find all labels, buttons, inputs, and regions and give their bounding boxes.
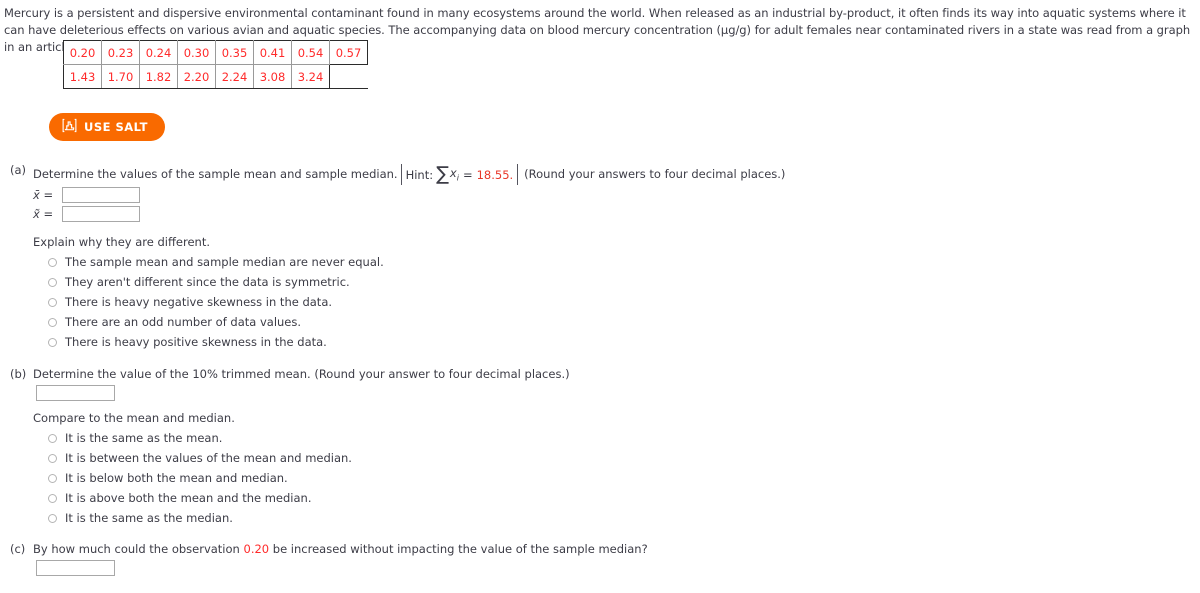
data-cell: 1.43 — [63, 64, 102, 89]
option-row[interactable]: There are an odd number of data values. — [48, 312, 384, 332]
part-a-options: The sample mean and sample median are ne… — [48, 252, 384, 352]
part-c-answer-input[interactable] — [36, 560, 115, 576]
part-a-rounding-note: (Round your answers to four decimal plac… — [524, 166, 786, 181]
option-row[interactable]: There is heavy positive skewness in the … — [48, 332, 384, 352]
option-row[interactable]: It is below both the mean and median. — [48, 468, 352, 488]
part-c-prompt: By how much could the observation 0.20 b… — [33, 542, 648, 556]
hint-equals: = — [462, 167, 473, 182]
part-a-prompt-line: Determine the values of the sample mean … — [33, 163, 786, 185]
option-label: It is the same as the median. — [65, 511, 233, 525]
hint-value: 18.55. — [476, 167, 514, 182]
part-b-prompt: Determine the value of the 10% trimmed m… — [33, 367, 570, 381]
option-row[interactable]: It is the same as the mean. — [48, 428, 352, 448]
radio-button[interactable] — [48, 277, 57, 287]
option-label: It is above both the mean and the median… — [65, 491, 312, 505]
part-a-hint: Hint: ∑ xi = 18.55. — [400, 163, 519, 185]
use-salt-button[interactable]: USE SALT — [49, 113, 165, 141]
data-table-container: 0.20 0.23 0.24 0.30 0.35 0.41 0.54 0.57 … — [63, 40, 368, 89]
option-label: They aren't different since the data is … — [65, 275, 350, 289]
option-label: It is the same as the mean. — [65, 431, 223, 445]
option-row[interactable]: The sample mean and sample median are ne… — [48, 252, 384, 272]
hint-prefix: Hint: — [405, 167, 434, 182]
data-cell: 0.35 — [215, 40, 254, 65]
option-label: It is below both the mean and median. — [65, 471, 288, 485]
option-row[interactable]: They aren't different since the data is … — [48, 272, 384, 292]
data-cell: 1.82 — [139, 64, 178, 89]
data-cell: 0.41 — [253, 40, 292, 65]
data-cell: 0.20 — [63, 40, 102, 65]
option-label: There are an odd number of data values. — [65, 315, 302, 329]
radio-button[interactable] — [48, 453, 57, 463]
option-label: The sample mean and sample median are ne… — [65, 255, 384, 269]
table-row: 1.43 1.70 1.82 2.20 2.24 3.08 3.24 — [63, 64, 368, 89]
data-cell: 2.20 — [177, 64, 216, 89]
part-c-prompt-before: By how much could the observation — [33, 542, 240, 556]
radio-button[interactable] — [48, 337, 57, 347]
data-cell: 1.70 — [101, 64, 140, 89]
option-label: It is between the values of the mean and… — [65, 451, 352, 465]
part-a-prompt: Determine the values of the sample mean … — [33, 166, 398, 181]
distribution-curve-icon — [62, 118, 77, 136]
radio-button[interactable] — [48, 297, 57, 307]
option-label: There is heavy negative skewness in the … — [65, 295, 333, 309]
radio-button[interactable] — [48, 433, 57, 443]
data-cell: 0.54 — [291, 40, 330, 65]
option-row[interactable]: It is above both the mean and the median… — [48, 488, 352, 508]
part-b-marker: (b) — [10, 367, 27, 381]
data-cell: 0.30 — [177, 40, 216, 65]
sample-mean-label: x̄ = — [33, 188, 54, 202]
option-row[interactable]: It is between the values of the mean and… — [48, 448, 352, 468]
data-cell: 0.24 — [139, 40, 178, 65]
option-row[interactable]: There is heavy negative skewness in the … — [48, 292, 384, 312]
sample-mean-input[interactable] — [62, 187, 140, 203]
part-a-marker: (a) — [10, 163, 27, 177]
data-cell: 2.24 — [215, 64, 254, 89]
radio-button[interactable] — [48, 257, 57, 267]
part-c-prompt-after: be increased without impacting the value… — [272, 542, 648, 556]
use-salt-label: USE SALT — [84, 120, 148, 134]
radio-button[interactable] — [48, 513, 57, 523]
data-cell: 3.08 — [253, 64, 292, 89]
option-label: There is heavy positive skewness in the … — [65, 335, 327, 349]
trimmed-mean-input[interactable] — [36, 385, 115, 401]
mercury-data-table: 0.20 0.23 0.24 0.30 0.35 0.41 0.54 0.57 … — [63, 40, 368, 89]
table-row: 0.20 0.23 0.24 0.30 0.35 0.41 0.54 0.57 — [63, 40, 368, 65]
summation-symbol: ∑ — [436, 163, 449, 185]
radio-button[interactable] — [48, 473, 57, 483]
data-cell: 3.24 — [291, 64, 330, 89]
part-c-highlight-value: 0.20 — [243, 542, 270, 556]
data-cell: 0.23 — [101, 40, 140, 65]
data-cell-empty — [329, 64, 368, 89]
radio-button[interactable] — [48, 317, 57, 327]
radio-button[interactable] — [48, 493, 57, 503]
explain-heading: Explain why they are different. — [33, 235, 210, 249]
sample-median-label: x̃ = — [33, 207, 54, 221]
hint-variable: xi — [449, 166, 459, 183]
sample-median-input[interactable] — [62, 206, 140, 222]
part-b-options: It is the same as the mean. It is betwee… — [48, 428, 352, 528]
compare-heading: Compare to the mean and median. — [33, 411, 235, 425]
data-cell: 0.57 — [329, 40, 368, 65]
part-c-marker: (c) — [10, 542, 26, 556]
option-row[interactable]: It is the same as the median. — [48, 508, 352, 528]
